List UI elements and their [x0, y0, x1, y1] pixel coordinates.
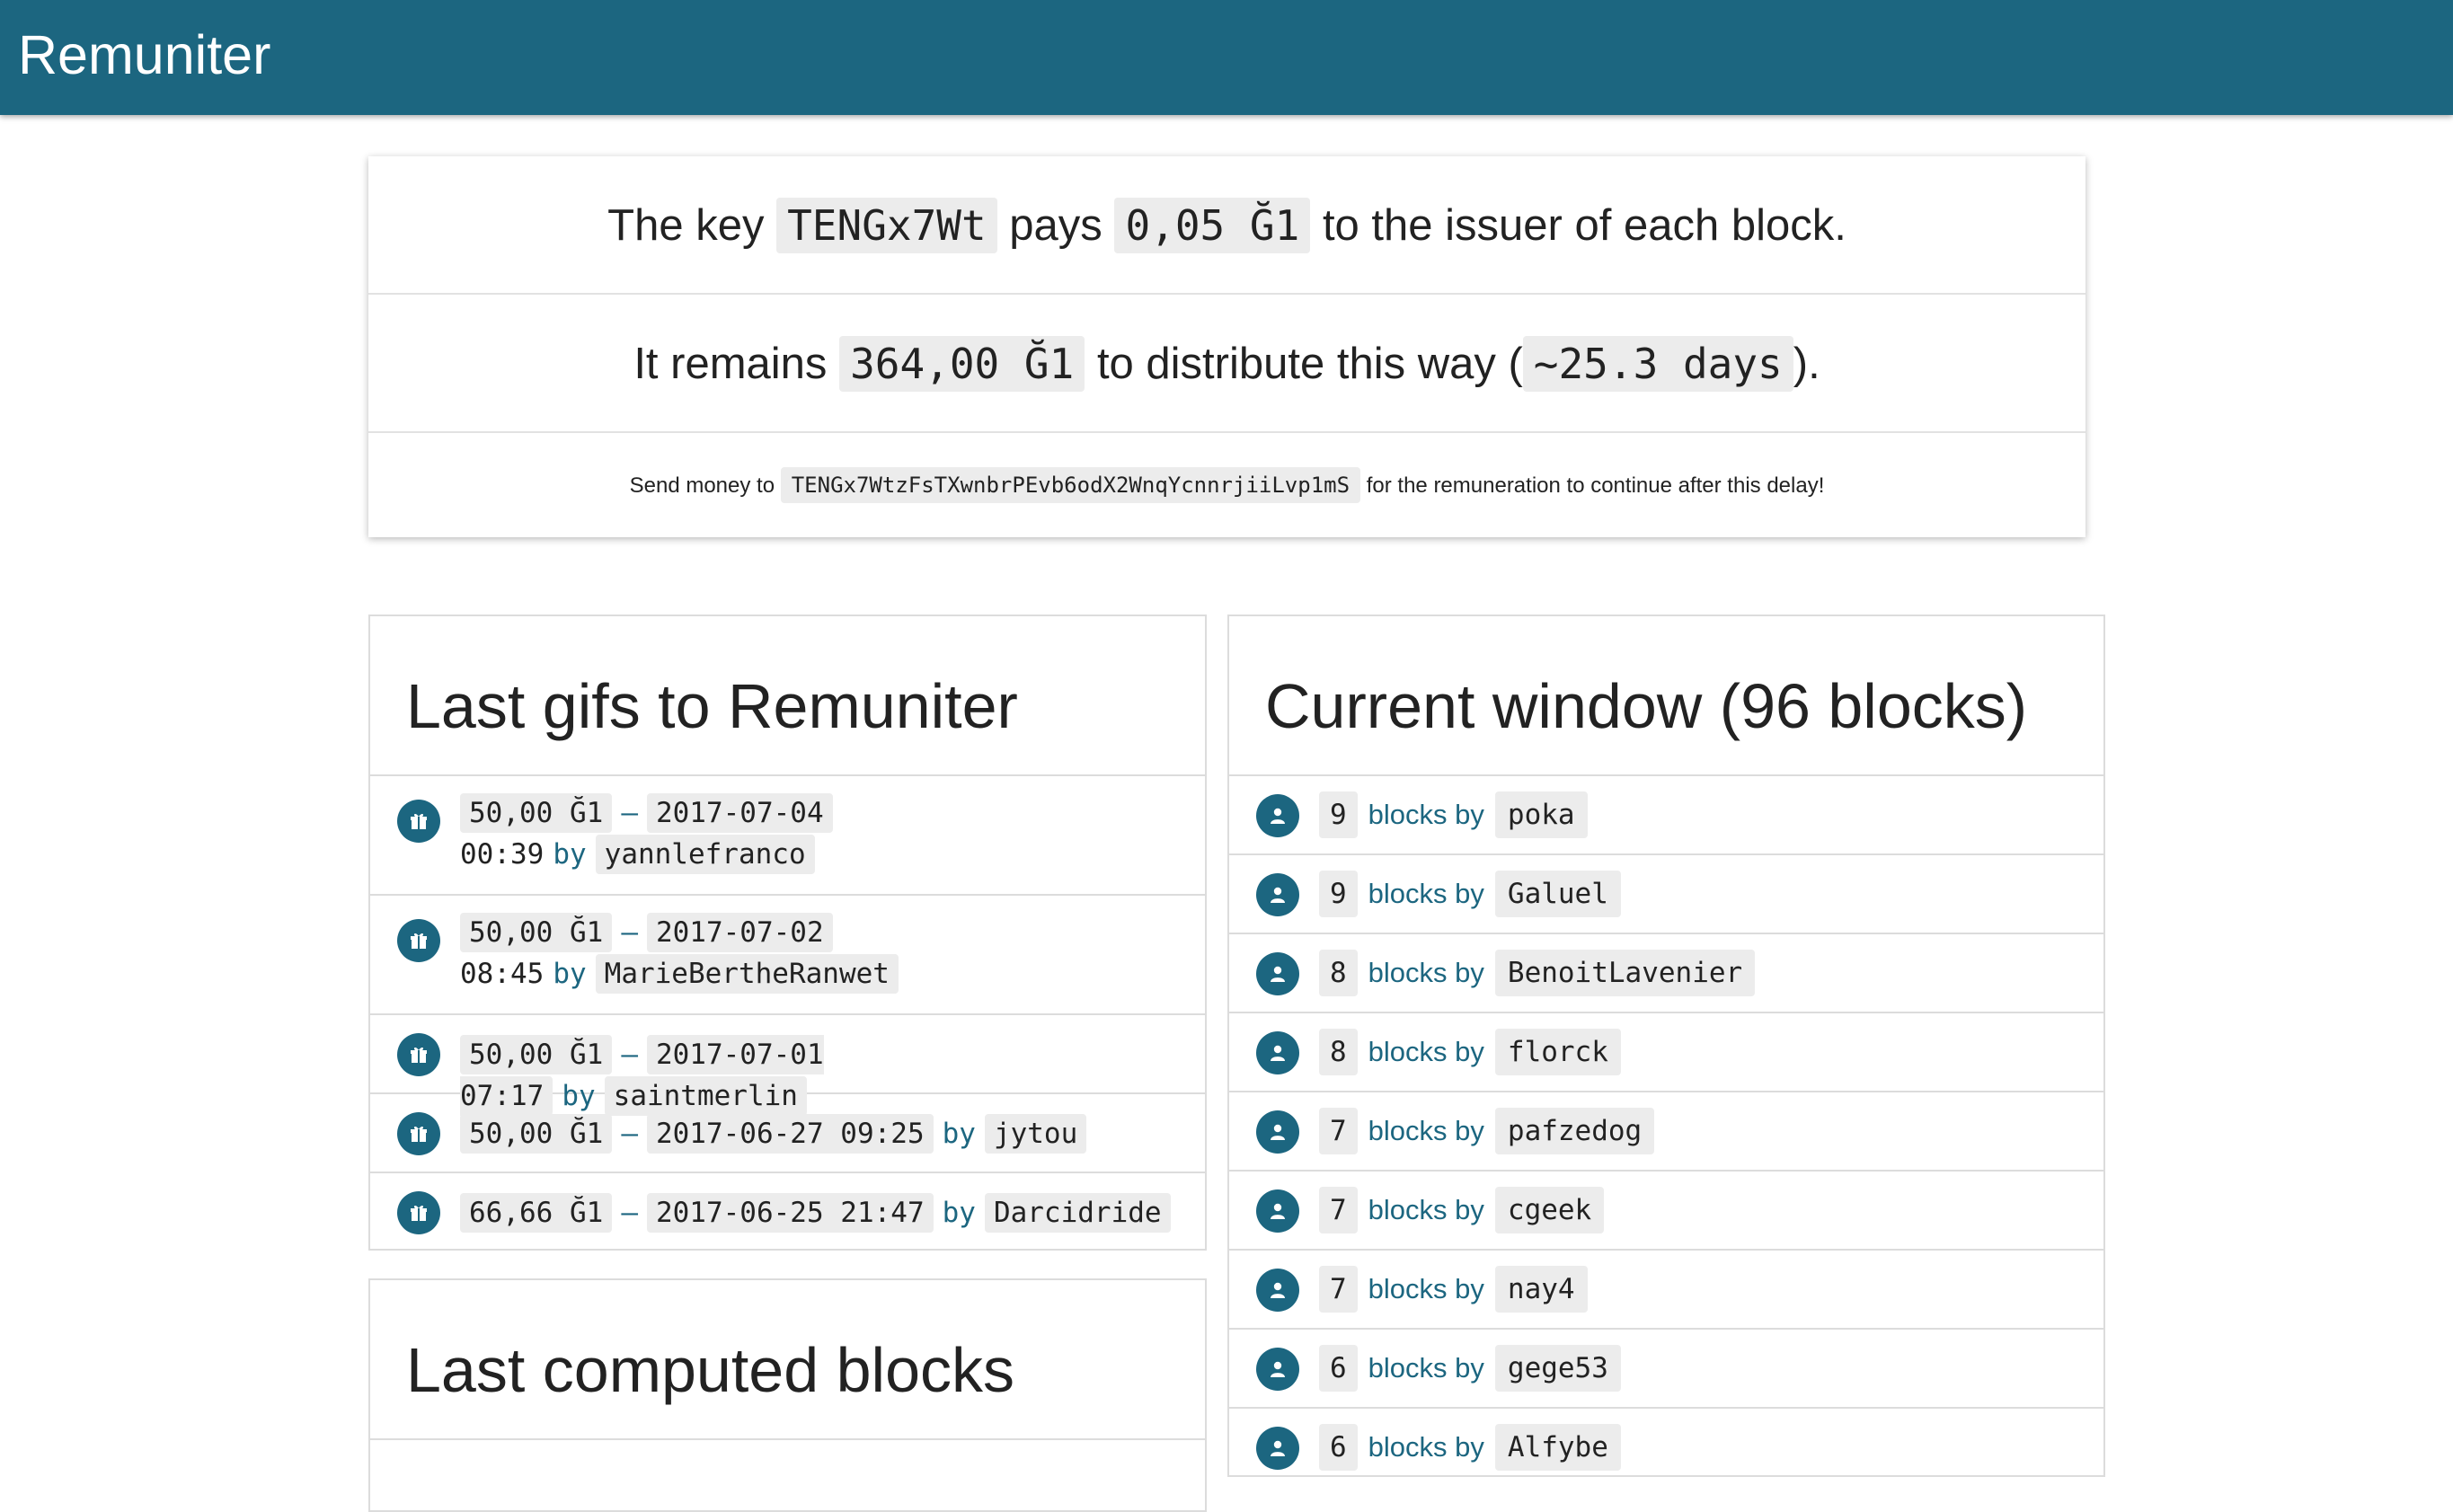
last-gifts-title: Last gifs to Remuniter: [406, 671, 1018, 741]
user-icon: [1256, 1110, 1299, 1154]
issuer-name[interactable]: Alfybe: [1494, 1424, 1621, 1471]
list-item: 50,00 Ğ1–2017-07-02 08:45 by MarieBertheRan…: [370, 896, 1205, 1015]
gift-date: 2017-06-27 09:25: [646, 1114, 934, 1154]
remuniter-pubkey[interactable]: TENGx7WtzFsTXwnbrPEvb6odX2WnqYcnnrjiiLvp…: [780, 467, 1361, 503]
issuer-name[interactable]: poka: [1494, 791, 1588, 838]
app-title[interactable]: Remuniter: [18, 23, 270, 86]
list-item: 7 blocks by nay4: [1229, 1251, 2103, 1330]
last-gifts-card: Last gifs to Remuniter 50,00 Ğ1–2017-07-…: [368, 615, 1207, 1251]
user-icon: [1256, 952, 1299, 995]
blocks-by-label: blocks by: [1368, 1115, 1484, 1146]
banner-line-key: The key TENGx7Wt pays 0,05 Ğ1 to the iss…: [368, 156, 2085, 295]
user-icon: [1256, 1348, 1299, 1391]
last-computed-title: Last computed blocks: [406, 1335, 1015, 1405]
issuer-name[interactable]: nay4: [1494, 1266, 1588, 1313]
list-item: 9 blocks by poka: [1229, 776, 2103, 855]
blocks-by-label: blocks by: [1368, 957, 1484, 988]
blocks-by-label: blocks by: [1368, 799, 1484, 830]
top-app-bar: Remuniter: [0, 0, 2453, 115]
gift-time: 00:39: [460, 838, 545, 871]
block-count: 9: [1319, 871, 1358, 917]
block-count: 7: [1319, 1108, 1358, 1154]
blocks-by-label: blocks by: [1368, 1273, 1484, 1304]
user-icon: [1256, 1031, 1299, 1074]
user-icon: [1256, 1269, 1299, 1312]
list-item: 7 blocks by cgeek: [1229, 1172, 2103, 1251]
gift-amount: 50,00 Ğ1: [460, 913, 613, 952]
gift-date: 2017-06-25 21:47: [646, 1193, 934, 1233]
block-count: 6: [1319, 1345, 1358, 1392]
amount-per-block: 0,05 Ğ1: [1114, 198, 1311, 253]
gift-user[interactable]: Darcidride: [984, 1193, 1171, 1233]
list-item: 7 blocks by pafzedog: [1229, 1092, 2103, 1172]
user-icon: [1256, 1427, 1299, 1470]
gift-icon: [397, 1033, 440, 1076]
gift-amount: 50,00 Ğ1: [460, 1114, 613, 1154]
current-window-card: Current window (96 blocks) 9 blocks by pok…: [1227, 615, 2105, 1477]
list-item: 9 blocks by Galuel: [1229, 855, 2103, 934]
last-computed-card: Last computed blocks: [368, 1278, 1207, 1512]
blocks-by-label: blocks by: [1368, 1194, 1484, 1225]
window-list: 9 blocks by poka 9 blocks by Galuel 8 blocks by…: [1229, 776, 2103, 1488]
list-item: 8 blocks by florck: [1229, 1013, 2103, 1092]
block-count: 6: [1319, 1424, 1358, 1471]
issuer-name[interactable]: BenoitLavenier: [1494, 950, 1756, 996]
gift-amount: 50,00 Ğ1: [460, 1035, 613, 1074]
blocks-by-label: blocks by: [1368, 1352, 1484, 1384]
block-count: 7: [1319, 1266, 1358, 1313]
issuer-name[interactable]: pafzedog: [1494, 1108, 1655, 1154]
blocks-by-label: blocks by: [1368, 1036, 1484, 1067]
block-count: 8: [1319, 950, 1358, 996]
gift-user[interactable]: MarieBertheRanwet: [595, 954, 899, 994]
list-item: 6 blocks by gege53: [1229, 1330, 2103, 1409]
user-icon: [1256, 1189, 1299, 1233]
gift-icon: [397, 1191, 440, 1234]
current-window-title: Current window (96 blocks): [1265, 671, 2028, 741]
issuer-name[interactable]: Galuel: [1494, 871, 1621, 917]
list-item: 6 blocks by Alfybe: [1229, 1409, 2103, 1488]
banner-line-remaining: It remains 364,00 Ğ1 to distribute this …: [368, 295, 2085, 433]
key-short: TENGx7Wt: [776, 198, 997, 253]
blocks-by-label: blocks by: [1368, 878, 1484, 909]
gifts-list: 50,00 Ğ1–2017-07-04 00:39 by yannlefranco 5…: [370, 776, 1205, 1252]
gift-user[interactable]: jytou: [984, 1114, 1087, 1154]
gift-amount: 50,00 Ğ1: [460, 793, 613, 833]
info-banner: The key TENGx7Wt pays 0,05 Ğ1 to the iss…: [368, 156, 2085, 537]
user-icon: [1256, 873, 1299, 916]
gift-icon: [397, 800, 440, 843]
list-item: 66,66 Ğ1–2017-06-25 21:47 by Darcidride: [370, 1173, 1205, 1252]
remaining-days: ~25.3 days: [1522, 336, 1793, 392]
list-item: 8 blocks by BenoitLavenier: [1229, 934, 2103, 1013]
issuer-name[interactable]: gege53: [1494, 1345, 1621, 1392]
block-count: 7: [1319, 1187, 1358, 1233]
list-item: 50,00 Ğ1–2017-07-04 00:39 by yannlefranco: [370, 776, 1205, 896]
banner-line-send: Send money to TENGx7WtzFsTXwnbrPEvb6odX2…: [368, 433, 2085, 537]
block-count: 8: [1319, 1029, 1358, 1075]
block-count: 9: [1319, 791, 1358, 838]
list-item: 50,00 Ğ1–2017-07-01 07:17 by saintmerlin: [370, 1015, 1205, 1116]
gift-date: 2017-07-04: [646, 793, 833, 833]
blocks-by-label: blocks by: [1368, 1431, 1484, 1463]
gift-user[interactable]: yannlefranco: [595, 835, 815, 874]
remaining-amount: 364,00 Ğ1: [839, 336, 1085, 392]
issuer-name[interactable]: florck: [1494, 1029, 1621, 1075]
gift-icon: [397, 1112, 440, 1155]
gift-time: 08:45: [460, 958, 545, 990]
gift-icon: [397, 919, 440, 962]
gift-amount: 66,66 Ğ1: [460, 1193, 613, 1233]
list-item: 50,00 Ğ1–2017-06-27 09:25 by jytou: [370, 1094, 1205, 1173]
user-icon: [1256, 794, 1299, 837]
issuer-name[interactable]: cgeek: [1494, 1187, 1605, 1233]
gift-date: 2017-07-02: [646, 913, 833, 952]
